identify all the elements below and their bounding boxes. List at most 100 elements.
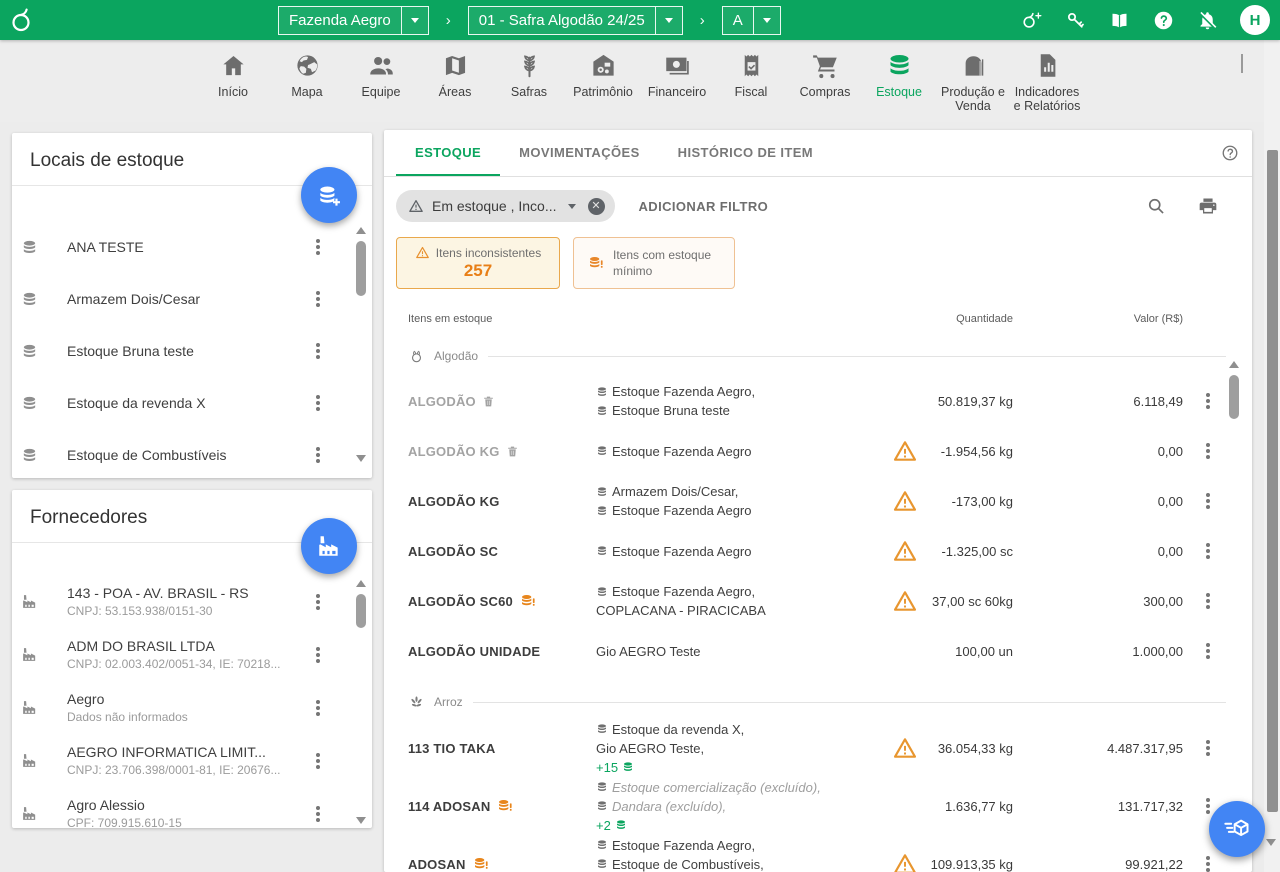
kebab-dots [316,706,320,710]
scrollbar-thumb[interactable] [356,241,366,296]
item-value: 0,00 [1013,494,1183,509]
table-row[interactable]: ALGODÃOEstoque Fazenda Aegro,Estoque Bru… [384,373,1252,429]
row-menu-icon[interactable] [1198,736,1218,760]
print-icon[interactable] [1198,196,1218,216]
inicio-icon [220,52,247,79]
page-scroll-down-icon[interactable] [1266,846,1276,864]
item-menu-icon[interactable] [308,235,328,259]
nav-item-financeiro[interactable]: Financeiro [640,52,714,113]
nav-item-safras[interactable]: Safras [492,52,566,113]
plot-selector-caret[interactable] [753,7,780,34]
row-menu-icon[interactable] [1198,439,1218,463]
tab-hist-rico-de-item[interactable]: HISTÓRICO DE ITEM [659,130,832,176]
scrollbar-thumb[interactable] [1229,375,1239,419]
table-row[interactable]: ALGODÃO UNIDADEGio AEGRO Teste100,00 un1… [384,629,1252,673]
item-menu-icon[interactable] [308,443,328,467]
nav-item-equipe[interactable]: Equipe [344,52,418,113]
row-menu-icon[interactable] [1198,639,1218,663]
remove-filter-icon[interactable]: ✕ [588,198,605,215]
stock-location-item[interactable]: Armazem Dois/Cesar [12,273,372,325]
location-line: Estoque Fazenda Aegro [596,442,886,461]
nav-item-patrimonio[interactable]: Patrimônio [566,52,640,113]
nav-item-mapa[interactable]: Mapa [270,52,344,113]
plot-selector[interactable]: A [722,6,781,35]
nav-item-indicadores-relatorios[interactable]: Indicadores e Relatórios [1010,52,1084,113]
search-icon[interactable] [1146,196,1166,216]
stock-location-item[interactable]: Estoque de Combustíveis [12,429,372,478]
item-menu-icon[interactable] [308,590,328,614]
item-menu-icon[interactable] [308,339,328,363]
nav-item-inicio[interactable]: Início [196,52,270,113]
nav-item-producao-venda[interactable]: Produção e Venda [936,52,1010,113]
tab-estoque[interactable]: ESTOQUE [396,130,500,176]
farm-selector-caret[interactable] [401,7,428,34]
item-menu-icon[interactable] [308,643,328,667]
panel-help-icon[interactable] [1221,144,1239,162]
row-menu [1183,389,1218,413]
add-supplier-button[interactable] [301,518,357,574]
stock-location-item[interactable]: Estoque da revenda X [12,377,372,429]
farm-selector[interactable]: Fazenda Aegro [278,6,429,35]
table-row[interactable]: ALGODÃO SCEstoque Fazenda Aegro-1.325,00… [384,529,1252,573]
table-row[interactable]: ALGODÃO KGEstoque Fazenda Aegro-1.954,56… [384,429,1252,473]
warning-icon [892,488,918,514]
scroll-down-icon[interactable] [356,817,366,824]
item-menu-icon[interactable] [308,287,328,311]
inconsistent-items-card[interactable]: Itens inconsistentes 257 [396,237,560,289]
supplier-item[interactable]: ADM DO BRASIL LTDACNPJ: 02.003.402/0051-… [12,628,372,681]
active-filter-chip[interactable]: Em estoque , Inco... ✕ [396,190,615,222]
stock-location-item[interactable]: Estoque Bruna teste [12,325,372,377]
row-menu-icon[interactable] [1198,539,1218,563]
item-quantity: 36.054,33 kg [918,741,1013,756]
new-stock-movement-button[interactable] [1209,801,1265,857]
supplier-item[interactable]: 143 - POA - AV. BRASIL - RSCNPJ: 53.153.… [12,575,372,628]
nav-item-compras[interactable]: Compras [788,52,862,113]
tab-movimenta-es[interactable]: MOVIMENTAÇÕES [500,130,659,176]
add-stock-location-button[interactable] [301,167,357,223]
supplier-item[interactable]: AegroDados não informados [12,681,372,734]
row-menu-icon[interactable] [1198,589,1218,613]
table-row[interactable]: 113 TIO TAKAEstoque da revenda X,Gio AEG… [384,719,1252,777]
key-icon[interactable] [1065,10,1086,31]
chevron-down-icon[interactable] [568,204,576,209]
item-menu-icon[interactable] [308,802,328,826]
warning-cell [892,538,918,564]
item-menu-icon[interactable] [308,749,328,773]
book-icon[interactable] [1109,10,1130,31]
table-row[interactable]: ALGODÃO KGArmazem Dois/Cesar,Estoque Faz… [384,473,1252,529]
row-menu-icon[interactable] [1198,489,1218,513]
collapse-nav-icon[interactable] [1241,56,1250,65]
table-row[interactable]: ADOSANEstoque Fazenda Aegro,Estoque de C… [384,835,1252,872]
nav-item-fiscal[interactable]: Fiscal [714,52,788,113]
location-text: Estoque comercialização (excluído), [612,778,821,797]
stock-table: AlgodãoALGODÃOEstoque Fazenda Aegro,Esto… [384,339,1252,872]
avatar[interactable]: H [1240,5,1270,35]
filter-bar: Em estoque , Inco... ✕ ADICIONAR FILTRO [384,177,1252,235]
table-row[interactable]: ALGODÃO SC60Estoque Fazenda Aegro,COPLAC… [384,573,1252,629]
scroll-up-icon[interactable] [356,580,366,587]
help-icon[interactable] [1153,10,1174,31]
aegro-logo-icon[interactable] [10,7,34,33]
row-menu-icon[interactable] [1198,852,1218,872]
minimum-stock-card[interactable]: Itens com estoque mínimo [573,237,735,289]
row-menu [1183,539,1218,563]
stock-location-item[interactable]: ANA TESTE [12,221,372,273]
notifications-off-icon[interactable] [1197,10,1218,31]
item-menu-icon[interactable] [308,696,328,720]
scrollbar-thumb[interactable] [356,594,366,628]
invite-user-icon[interactable] [1021,10,1042,31]
supplier-item[interactable]: AEGRO INFORMATICA LIMIT...CNPJ: 23.706.3… [12,734,372,787]
row-menu-icon[interactable] [1198,389,1218,413]
scroll-up-icon[interactable] [1229,361,1239,368]
nav-item-areas[interactable]: Áreas [418,52,492,113]
add-filter-button[interactable]: ADICIONAR FILTRO [639,199,769,214]
supplier-item[interactable]: Agro AlessioCPF: 709.915.610-15 [12,787,372,828]
scroll-up-icon[interactable] [356,227,366,234]
table-row[interactable]: 114 ADOSANEstoque comercialização (exclu… [384,777,1252,835]
scroll-down-icon[interactable] [356,455,366,462]
season-selector-caret[interactable] [655,7,682,34]
item-menu-icon[interactable] [308,391,328,415]
season-selector[interactable]: 01 - Safra Algodão 24/25 [468,6,683,35]
nav-item-estoque[interactable]: Estoque [862,52,936,113]
page-scrollbar-thumb[interactable] [1267,150,1278,812]
